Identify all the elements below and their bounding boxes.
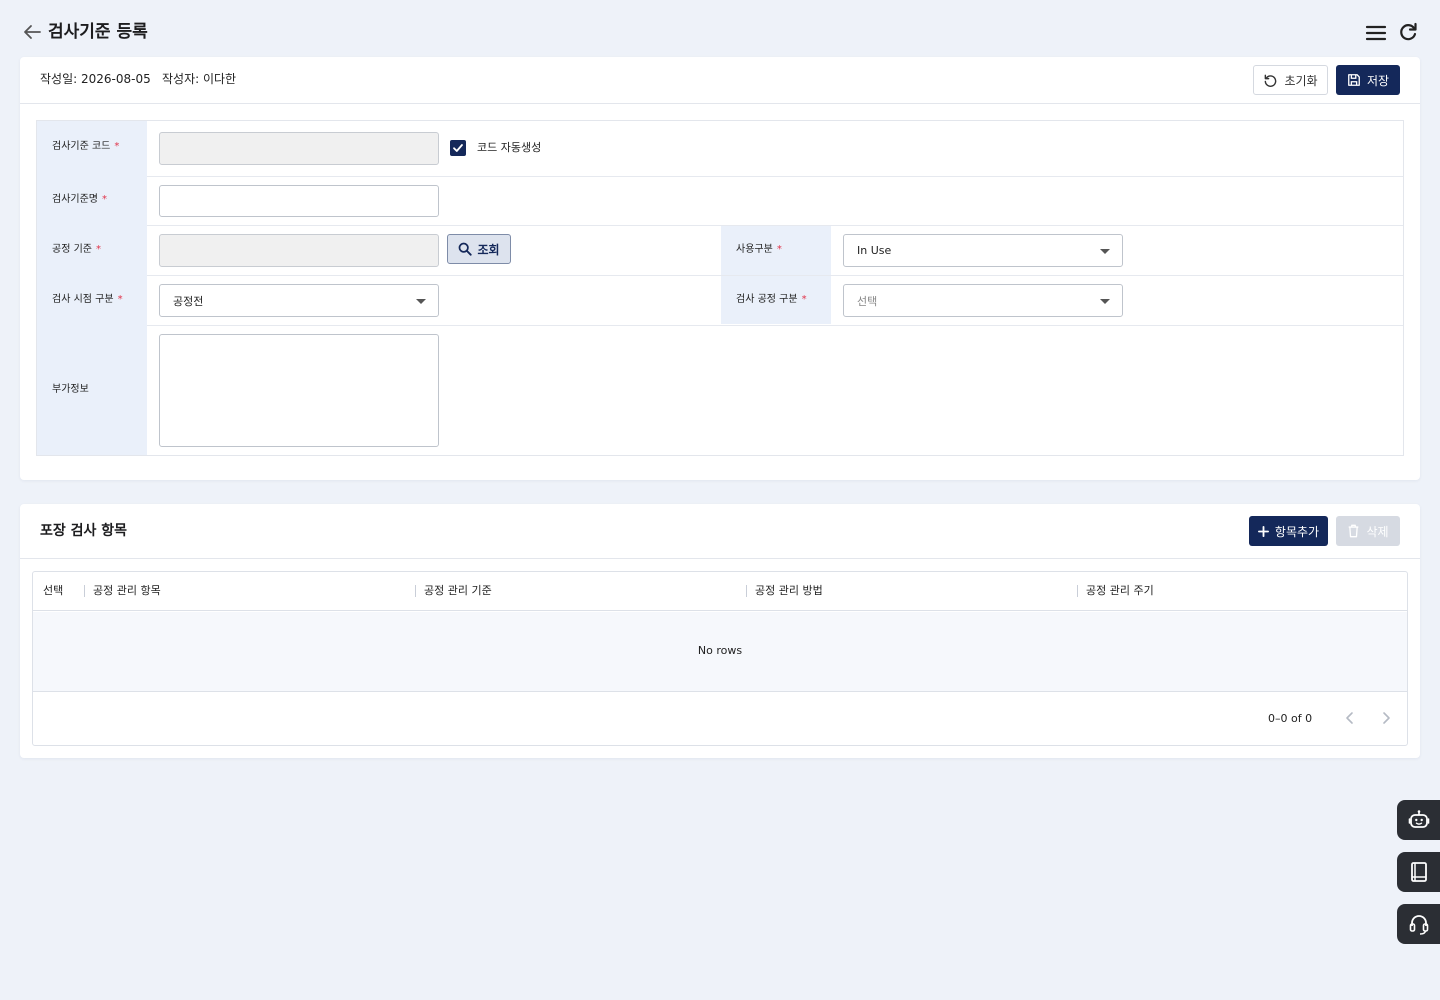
- extra-label: 부가정보: [52, 384, 89, 395]
- name-label: 검사기준명 *: [52, 194, 107, 205]
- column-header-cycle[interactable]: 공정 관리 주기: [1086, 584, 1154, 598]
- usage-label: 사용구분 *: [736, 244, 782, 255]
- grid-header: 선택 공정 관리 항목 공정 관리 기준 공정 관리 방법 공정 관리 주기: [33, 572, 1407, 611]
- column-separator[interactable]: [746, 585, 747, 597]
- reset-icon: [1265, 74, 1277, 87]
- lookup-label: 조회: [477, 242, 500, 257]
- form-card: 작성일: 2026-08-05 작성자: 이다한 초기화 저장 검사기준 코드 *: [20, 57, 1420, 480]
- auto-code-checkbox[interactable]: [450, 140, 466, 156]
- column-separator[interactable]: [415, 585, 416, 597]
- chevron-down-icon: [416, 299, 426, 304]
- chevron-down-icon: [1100, 299, 1110, 304]
- created-date: 작성일: 2026-08-05: [40, 72, 151, 86]
- chevron-right-icon: [1383, 712, 1390, 724]
- usage-select[interactable]: In Use: [843, 234, 1123, 267]
- add-item-label: 항목추가: [1274, 524, 1320, 539]
- delete-button[interactable]: 삭제: [1336, 516, 1400, 546]
- column-header-select[interactable]: 선택: [43, 584, 63, 598]
- support-button[interactable]: [1397, 904, 1440, 944]
- code-label: 검사기준 코드 *: [52, 141, 120, 152]
- form-card-header: 작성일: 2026-08-05 작성자: 이다한 초기화 저장: [20, 57, 1420, 104]
- back-button[interactable]: [20, 20, 44, 44]
- chevron-down-icon: [1100, 249, 1110, 254]
- column-separator[interactable]: [84, 585, 85, 597]
- form-table: 검사기준 코드 * 코드 자동생성 검사기준명 * 공정 기준 * 조회 사용구분 * …: [36, 120, 1404, 456]
- trash-icon: [1349, 524, 1359, 538]
- save-label: 저장: [1366, 73, 1390, 88]
- save-button[interactable]: 저장: [1336, 65, 1400, 95]
- name-input[interactable]: [159, 185, 439, 217]
- add-item-button[interactable]: 항목추가: [1249, 516, 1328, 546]
- auto-code-label: 코드 자동생성: [477, 141, 542, 154]
- assistant-button[interactable]: [1397, 800, 1440, 840]
- timing-select[interactable]: 공정전: [159, 284, 439, 317]
- timing-label: 검사 시점 구분 *: [52, 294, 123, 305]
- pagination-text: 0–0 of 0: [1268, 712, 1313, 725]
- inspection-items-card: 포장 검사 항목 항목추가 삭제 선택 공정 관리 항목 공정 관리 기준 공정…: [20, 504, 1420, 758]
- row-divider: [147, 225, 1403, 226]
- chevron-left-icon: [1346, 712, 1353, 724]
- robot-assistant-icon: [1408, 810, 1429, 828]
- column-separator[interactable]: [1077, 585, 1078, 597]
- empty-message: No rows: [697, 644, 743, 657]
- delete-label: 삭제: [1366, 524, 1389, 539]
- plus-icon: [1257, 525, 1269, 537]
- code-input[interactable]: [159, 132, 439, 165]
- refresh-icon: [1400, 22, 1417, 41]
- column-header-item[interactable]: 공정 관리 항목: [93, 584, 161, 598]
- manual-book-icon: [1410, 862, 1427, 882]
- page-header: 검사기준 등록: [0, 0, 1440, 57]
- hamburger-menu-icon: [1365, 25, 1387, 41]
- reset-button[interactable]: 초기화: [1253, 65, 1328, 95]
- save-icon: [1348, 74, 1360, 86]
- data-grid: 선택 공정 관리 항목 공정 관리 기준 공정 관리 방법 공정 관리 주기 N…: [32, 571, 1408, 746]
- prev-page-button[interactable]: [1342, 710, 1358, 726]
- process-type-select[interactable]: 선택: [843, 284, 1123, 317]
- row-divider: [147, 275, 1403, 276]
- process-type-placeholder: 선택: [857, 294, 878, 308]
- timing-value: 공정전: [173, 294, 204, 308]
- grid-title: 포장 검사 항목: [40, 523, 128, 539]
- process-type-label: 검사 공정 구분 *: [736, 294, 807, 305]
- process-label: 공정 기준 *: [52, 244, 101, 255]
- next-page-button[interactable]: [1378, 710, 1394, 726]
- arrow-left-icon: [24, 25, 41, 39]
- extra-textarea[interactable]: [159, 334, 439, 447]
- grid-body: No rows: [33, 612, 1407, 692]
- divider: [20, 558, 1420, 559]
- manual-button[interactable]: [1397, 852, 1440, 892]
- column-header-method[interactable]: 공정 관리 방법: [755, 584, 823, 598]
- check-icon: [453, 144, 463, 152]
- refresh-button[interactable]: [1397, 21, 1419, 43]
- label-column-left: [37, 121, 147, 455]
- column-header-standard[interactable]: 공정 관리 기준: [424, 584, 492, 598]
- support-headset-icon: [1409, 915, 1428, 935]
- process-input[interactable]: [159, 234, 439, 267]
- lookup-button[interactable]: 조회: [447, 234, 511, 264]
- row-divider: [147, 325, 1403, 326]
- author: 작성자: 이다한: [162, 72, 237, 86]
- reset-label: 초기화: [1284, 73, 1318, 88]
- menu-button[interactable]: [1364, 22, 1388, 44]
- page-title: 검사기준 등록: [48, 22, 148, 42]
- usage-value: In Use: [857, 244, 892, 257]
- row-divider: [147, 176, 1403, 177]
- search-icon: [459, 242, 473, 256]
